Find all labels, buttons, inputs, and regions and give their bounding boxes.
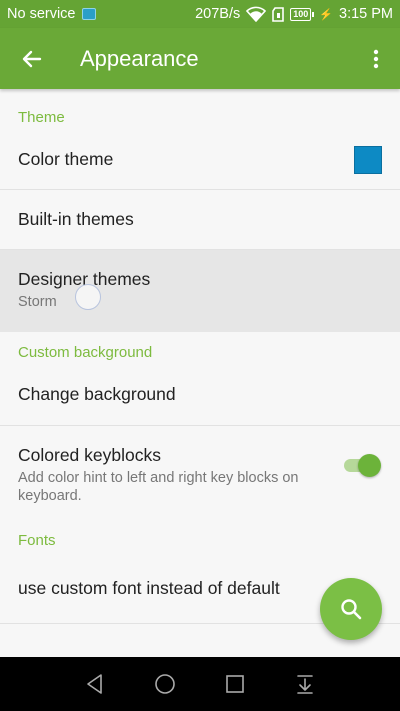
sd-card-icon	[272, 6, 285, 22]
pref-summary: Storm	[18, 294, 57, 310]
more-options-button[interactable]	[352, 28, 400, 89]
pref-colored-keyblocks[interactable]: Colored keyblocks Add color hint to left…	[0, 426, 400, 524]
nav-home-button[interactable]	[150, 669, 180, 699]
search-icon	[341, 599, 362, 620]
section-header-theme: Theme	[18, 109, 65, 126]
nav-recents-button[interactable]	[220, 669, 250, 699]
app-bar: Appearance	[0, 28, 400, 89]
toggle-thumb	[358, 454, 381, 477]
carrier-text: No service	[7, 6, 76, 22]
touch-ripple	[75, 284, 101, 310]
more-vert-icon	[373, 49, 379, 68]
nav-recents-icon	[226, 675, 244, 693]
nav-back-icon	[87, 674, 102, 694]
pref-title: Designer themes	[18, 269, 151, 289]
sim-card-icon	[81, 8, 96, 20]
nav-notification-button[interactable]	[290, 669, 320, 699]
back-button[interactable]	[0, 28, 64, 89]
pref-title: Color theme	[18, 149, 114, 169]
pref-builtin-themes[interactable]: Built-in themes	[0, 190, 400, 250]
search-fab[interactable]	[320, 578, 382, 640]
pref-color-theme[interactable]: Color theme	[0, 144, 400, 190]
net-speed-text: 207B/s	[195, 6, 241, 22]
nav-back-button[interactable]	[80, 669, 110, 699]
status-bar: No service 207B/s 100 ⚡ 3:15 PM	[0, 0, 400, 28]
clock-text: 3:15 PM	[339, 6, 393, 22]
pref-summary: Add color hint to left and right key blo…	[18, 470, 299, 504]
nav-home-icon	[155, 674, 175, 694]
color-swatch	[354, 145, 382, 174]
section-header-custom-background: Custom background	[18, 344, 153, 361]
wifi-icon	[246, 6, 267, 22]
pref-title: Built-in themes	[18, 209, 134, 229]
pref-title: Colored keyblocks	[18, 445, 161, 465]
charging-icon: ⚡	[319, 8, 333, 21]
pref-title: Change background	[18, 384, 176, 404]
preferences-list[interactable]: Theme Color theme Built-in themes Design…	[0, 89, 400, 657]
arrow-back-icon	[22, 50, 42, 67]
section-header-fonts: Fonts	[18, 532, 56, 549]
pref-designer-themes[interactable]: Designer themes Storm	[0, 250, 400, 332]
battery-level: 100	[293, 9, 309, 19]
pref-change-background[interactable]: Change background	[0, 370, 400, 426]
battery-icon: 100	[290, 7, 315, 21]
page-title: Appearance	[80, 45, 199, 71]
pull-down-icon	[297, 675, 313, 694]
system-nav-bar	[0, 657, 400, 711]
colored-keyblocks-toggle[interactable]	[342, 454, 382, 477]
